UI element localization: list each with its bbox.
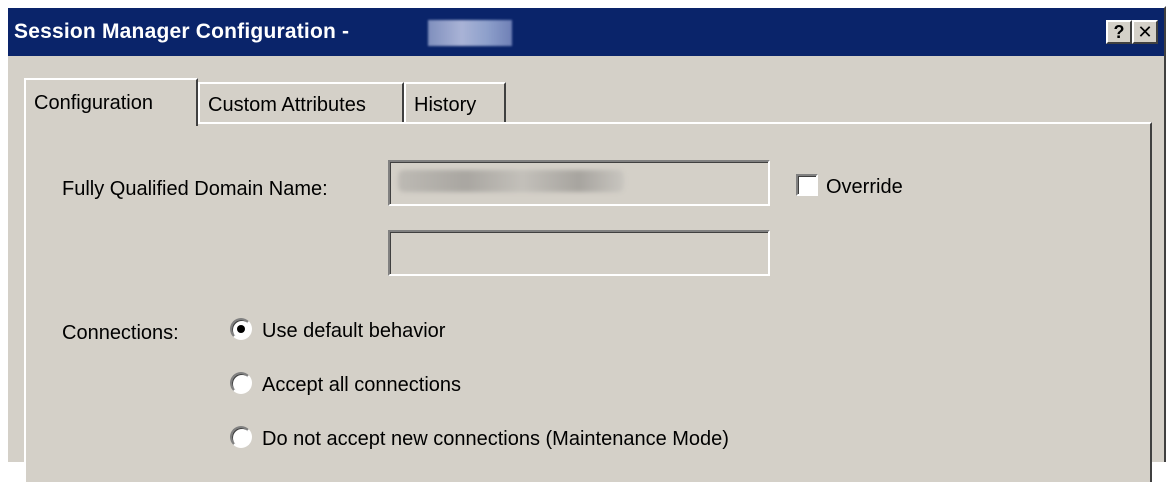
override-label[interactable]: Override [826,176,903,199]
tab-label: Configuration [34,92,153,114]
tab-label: Custom Attributes [208,94,366,116]
radio-maintenance-mode[interactable] [230,426,252,448]
redacted-fqdn-value [398,170,624,192]
tab-custom-attributes[interactable]: Custom Attributes [198,82,404,122]
connections-label: Connections: [62,322,179,344]
tab-configuration[interactable]: Configuration [24,78,198,126]
option-accept-all-connections[interactable]: Accept all connections [262,374,461,397]
radio-accept-all-connections[interactable] [230,372,252,394]
override-checkbox[interactable] [796,174,818,196]
radio-selected-dot [237,325,245,333]
configuration-panel: Fully Qualified Domain Name: Override Co… [24,122,1152,482]
fqdn-label: Fully Qualified Domain Name: [62,178,328,200]
title-bar[interactable]: Session Manager Configuration - ? ✕ [8,8,1164,56]
session-manager-config-dialog: Session Manager Configuration - ? ✕ Conf… [6,6,1166,482]
fqdn-field[interactable] [388,160,770,206]
option-use-default-behavior[interactable]: Use default behavior [262,320,445,343]
close-icon: ✕ [1137,22,1153,42]
fqdn-override-field[interactable] [388,230,770,276]
tab-history[interactable]: History [404,82,506,122]
dialog-title: Session Manager Configuration - [14,20,350,43]
help-icon: ? [1113,22,1125,42]
redacted-server-name [428,20,512,46]
tab-label: History [414,94,477,116]
help-button[interactable]: ? [1106,20,1132,44]
option-maintenance-mode[interactable]: Do not accept new connections (Maintenan… [262,428,729,451]
close-button[interactable]: ✕ [1132,20,1158,44]
radio-use-default-behavior[interactable] [230,318,252,340]
